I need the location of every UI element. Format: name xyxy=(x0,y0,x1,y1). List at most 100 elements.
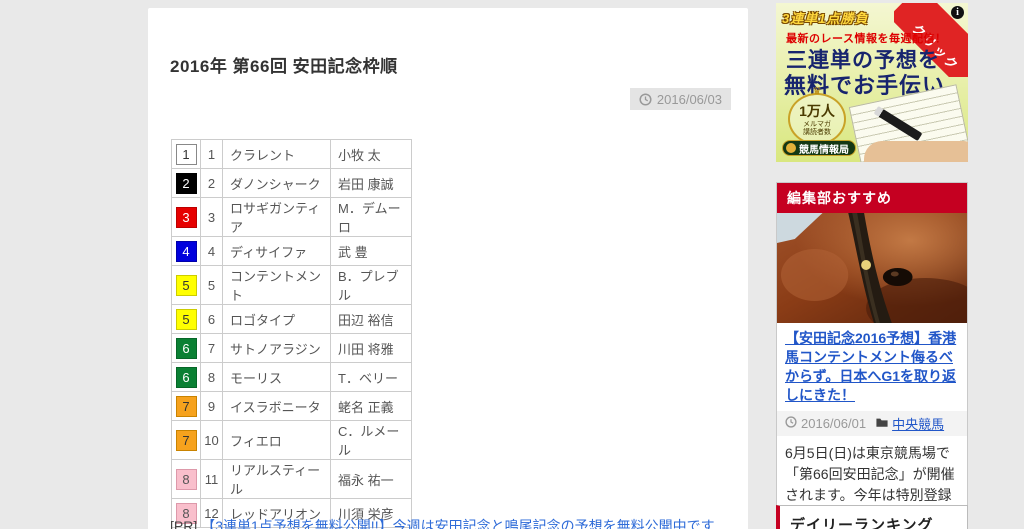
brand-name: 競馬情報局 xyxy=(799,144,849,156)
waku-color-box: 8 xyxy=(175,468,197,490)
jockey-name-cell: M．デムーロ xyxy=(330,197,412,237)
horse-number-cell: 2 xyxy=(200,168,223,198)
pr-label: [PR] xyxy=(170,518,198,529)
horse-number-cell: 5 xyxy=(200,265,223,305)
horse-name-cell: フィエロ xyxy=(222,420,331,460)
subscriber-count: 1万人 xyxy=(799,103,835,119)
waku-cell: 5 xyxy=(171,265,201,305)
table-row: 1 1 クラレント 小牧 太 xyxy=(171,139,412,169)
race-bracket-table: 1 1 クラレント 小牧 太 2 2 ダノンシャーク 岩田 康誠 3 3 ロサギガンティア M．デムー… xyxy=(171,139,412,528)
waku-color-box: 7 xyxy=(175,429,197,451)
horse-number-cell: 8 xyxy=(200,362,223,392)
horse-number-cell: 1 xyxy=(200,139,223,169)
waku-color-box: 5 xyxy=(175,308,197,330)
recommend-header: 編集部おすすめ xyxy=(777,183,967,213)
clock-icon xyxy=(639,92,652,106)
info-icon[interactable]: i xyxy=(951,6,964,19)
horse-number-cell: 7 xyxy=(200,333,223,363)
horse-number-cell: 3 xyxy=(200,197,223,237)
ranking-header: デイリーランキング xyxy=(790,517,934,529)
waku-cell: 6 xyxy=(171,333,201,363)
horse-name-cell: ロゴタイプ xyxy=(222,304,331,334)
table-row: 5 5 コンテントメント B．プレブル xyxy=(171,265,412,305)
pr-line: [PR] 【3連単1点予想を無料公開!!】今週は安田記念と鳴尾記念の予想を無料公開… xyxy=(170,516,715,529)
table-row: 3 3 ロサギガンティア M．デムーロ xyxy=(171,197,412,237)
daily-ranking-widget: デイリーランキング xyxy=(776,505,968,529)
main-content-panel: 2016年 第66回 安田記念枠順 2016/06/03 1 1 クラレント 小牧 太… xyxy=(148,8,748,529)
waku-cell: 3 xyxy=(171,197,201,237)
ad-logo: 3連単1点勝負 xyxy=(782,11,869,26)
horse-name-cell: ディサイファ xyxy=(222,236,331,266)
waku-cell: 1 xyxy=(171,139,201,169)
horse-photo xyxy=(777,213,967,323)
jockey-name-cell: 蛯名 正義 xyxy=(330,391,412,421)
waku-cell: 8 xyxy=(171,459,201,499)
table-row: 2 2 ダノンシャーク 岩田 康誠 xyxy=(171,168,412,198)
publish-date-badge: 2016/06/03 xyxy=(629,88,731,110)
waku-cell: 5 xyxy=(171,304,201,334)
ad-banner[interactable]: クリック 3連単1点勝負 最新のレース情報を毎週配信！ 三連単の予想を 無料でお… xyxy=(776,3,968,162)
horse-name-cell: リアルスティール xyxy=(222,459,331,499)
horse-name-cell: ダノンシャーク xyxy=(222,168,331,198)
waku-cell: 6 xyxy=(171,362,201,392)
waku-color-box: 7 xyxy=(175,395,197,417)
pr-link[interactable]: 【3連単1点予想を無料公開!!】今週は安田記念と鳴尾記念の予想を無料公開中です xyxy=(201,518,714,529)
folder-icon xyxy=(876,416,888,431)
table-row: 5 6 ロゴタイプ 田辺 裕信 xyxy=(171,304,412,334)
waku-color-box: 5 xyxy=(175,274,197,296)
subscriber-label-2: 講読者数 xyxy=(803,129,831,136)
jockey-name-cell: 岩田 康誠 xyxy=(330,168,412,198)
crown-icon: ♛ xyxy=(812,86,822,97)
horse-number-cell: 6 xyxy=(200,304,223,334)
hand-graphic xyxy=(864,141,968,162)
horse-name-cell: イスラボニータ xyxy=(222,391,331,421)
horse-name-cell: クラレント xyxy=(222,139,331,169)
jockey-name-cell: T．ベリー xyxy=(330,362,412,392)
waku-color-box: 3 xyxy=(175,206,197,228)
jockey-name-cell: 小牧 太 xyxy=(330,139,412,169)
category-label: 中央競馬 xyxy=(892,417,945,432)
jockey-name-cell: C．ルメール xyxy=(330,420,412,460)
jockey-name-cell: 川田 将雅 xyxy=(330,333,412,363)
page-title: 2016年 第66回 安田記念枠順 xyxy=(170,57,398,76)
brand-badge: 競馬情報局 xyxy=(782,140,856,156)
recommend-article-link[interactable]: 【安田記念2016予想】香港馬コンテントメント侮るべからず。日本へG1を取り返し… xyxy=(777,323,967,407)
waku-cell: 7 xyxy=(171,420,201,460)
publish-date: 2016/06/03 xyxy=(656,91,722,107)
horse-name-cell: モーリス xyxy=(222,362,331,392)
subscriber-label-1: メルマガ xyxy=(803,121,831,128)
horse-name-cell: サトノアラジン xyxy=(222,333,331,363)
article-meta: 2016/06/01 中央競馬 xyxy=(777,411,967,436)
article-date-text: 2016/06/01 xyxy=(801,416,867,431)
waku-cell: 7 xyxy=(171,391,201,421)
editor-recommend-widget: 編集部おすすめ 【安田記念2016予想】香港馬コンテントメント侮るべからず。日本… xyxy=(776,182,968,529)
waku-color-box: 6 xyxy=(175,366,197,388)
clock-icon xyxy=(785,416,797,431)
horse-icon xyxy=(786,143,796,153)
horse-name-cell: コンテントメント xyxy=(222,265,331,305)
waku-cell: 2 xyxy=(171,168,201,198)
jockey-name-cell: B．プレブル xyxy=(330,265,412,305)
table-row: 7 10 フィエロ C．ルメール xyxy=(171,420,412,460)
table-row: 6 8 モーリス T．ベリー xyxy=(171,362,412,392)
jockey-name-cell: 福永 祐一 xyxy=(330,459,412,499)
jockey-name-cell: 武 豊 xyxy=(330,236,412,266)
horse-number-cell: 11 xyxy=(200,459,223,499)
table-row: 4 4 ディサイファ武 豊 xyxy=(171,236,412,266)
article-date: 2016/06/01 xyxy=(785,416,866,431)
horse-name-cell: ロサギガンティア xyxy=(222,197,331,237)
table-row: 6 7 サトノアラジン 川田 将雅 xyxy=(171,333,412,363)
waku-color-box: 2 xyxy=(175,172,197,194)
subscriber-count-badge: ♛ 1万人 メルマガ 講読者数 xyxy=(788,86,846,145)
waku-color-box: 6 xyxy=(175,337,197,359)
waku-cell: 4 xyxy=(171,236,201,266)
jockey-name-cell: 田辺 裕信 xyxy=(330,304,412,334)
table-row: 8 11 リアルスティール 福永 祐一 xyxy=(171,459,412,499)
waku-color-box: 1 xyxy=(175,143,197,165)
category-link[interactable]: 中央競馬 xyxy=(876,414,944,433)
horse-number-cell: 4 xyxy=(200,236,223,266)
waku-color-box: 4 xyxy=(175,240,197,262)
table-row: 7 9 イスラボニータ 蛯名 正義 xyxy=(171,391,412,421)
horse-number-cell: 9 xyxy=(200,391,223,421)
horse-number-cell: 10 xyxy=(200,420,223,460)
